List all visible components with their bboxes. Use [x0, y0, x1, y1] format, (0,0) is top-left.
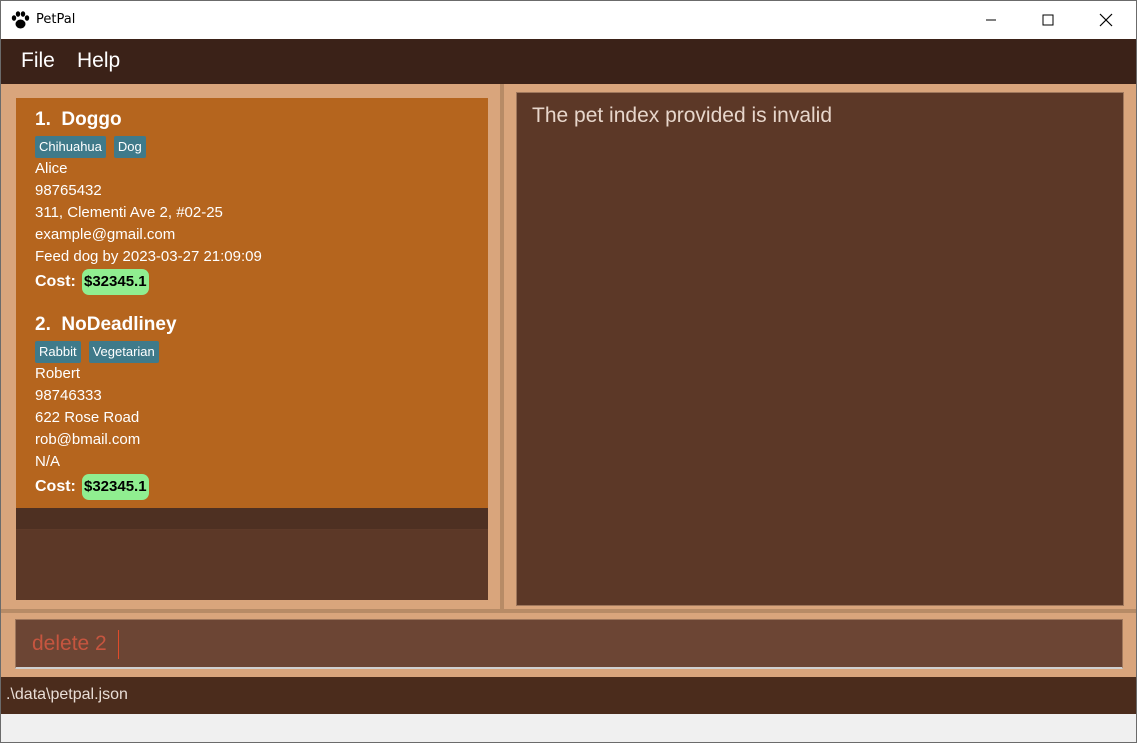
app-window: PetPal File Help 1. Doggo Chihuahua Dog …	[0, 0, 1137, 743]
maximize-button[interactable]	[1025, 1, 1071, 39]
pet-phone: 98746333	[35, 387, 102, 404]
result-message: The pet index provided is invalid	[532, 104, 833, 127]
menu-file[interactable]: File	[21, 49, 55, 73]
pet-tags: Chihuahua Dog	[35, 136, 146, 158]
pet-tags: Rabbit Vegetarian	[35, 341, 159, 363]
result-pane: The pet index provided is invalid	[504, 86, 1136, 611]
cost-label: Cost:	[35, 273, 76, 290]
pet-owner: Alice	[35, 160, 68, 177]
cost-badge: $32345.1	[82, 269, 149, 295]
pet-email: example@gmail.com	[35, 226, 176, 243]
command-input[interactable]	[32, 632, 1032, 656]
save-file-path: .\data\petpal.json	[6, 686, 128, 703]
pet-tag: Dog	[113, 136, 146, 158]
window-title: PetPal	[36, 12, 76, 27]
status-bar: .\data\petpal.json	[1, 677, 1136, 714]
pet-email: rob@bmail.com	[35, 431, 141, 448]
pet-tag: Rabbit	[35, 341, 81, 363]
pet-address: 311, Clementi Ave 2, #02-25	[35, 204, 223, 221]
paw-icon	[10, 10, 30, 30]
pet-tag: Chihuahua	[35, 136, 106, 158]
command-area	[1, 613, 1136, 677]
pet-deadline: Feed dog by 2023-03-27 21:09:09	[35, 248, 262, 265]
close-button[interactable]	[1083, 1, 1129, 39]
pet-name: 1. Doggo	[35, 109, 122, 130]
menu-help[interactable]: Help	[77, 49, 120, 73]
cost-badge: $32345.1	[82, 474, 149, 500]
cost-label: Cost:	[35, 478, 76, 495]
close-icon	[1099, 13, 1113, 27]
pet-list[interactable]: 1. Doggo Chihuahua Dog Alice 98765432 31…	[16, 98, 488, 600]
pet-name: 2. NoDeadliney	[35, 314, 177, 335]
pet-tag: Vegetarian	[88, 341, 159, 363]
main-area: 1. Doggo Chihuahua Dog Alice 98765432 31…	[1, 84, 1136, 677]
pet-list-pane: 1. Doggo Chihuahua Dog Alice 98765432 31…	[3, 86, 499, 611]
command-box[interactable]	[15, 619, 1123, 669]
title-bar[interactable]: PetPal	[1, 1, 1136, 39]
minimize-icon	[986, 19, 996, 21]
window-bottom	[1, 714, 1136, 742]
pet-card[interactable]: 2. NoDeadliney Rabbit Vegetarian Robert …	[16, 303, 488, 508]
minimize-button[interactable]	[968, 1, 1014, 39]
pet-address: 622 Rose Road	[35, 409, 140, 426]
menu-bar: File Help	[1, 39, 1136, 84]
maximize-icon	[1042, 14, 1054, 26]
pet-phone: 98765432	[35, 182, 102, 199]
result-display[interactable]: The pet index provided is invalid	[516, 92, 1124, 606]
text-caret	[118, 630, 119, 659]
pet-owner: Robert	[35, 365, 81, 382]
list-empty-row	[16, 508, 488, 530]
pet-card[interactable]: 1. Doggo Chihuahua Dog Alice 98765432 31…	[16, 98, 488, 303]
pet-deadline: N/A	[35, 453, 61, 470]
